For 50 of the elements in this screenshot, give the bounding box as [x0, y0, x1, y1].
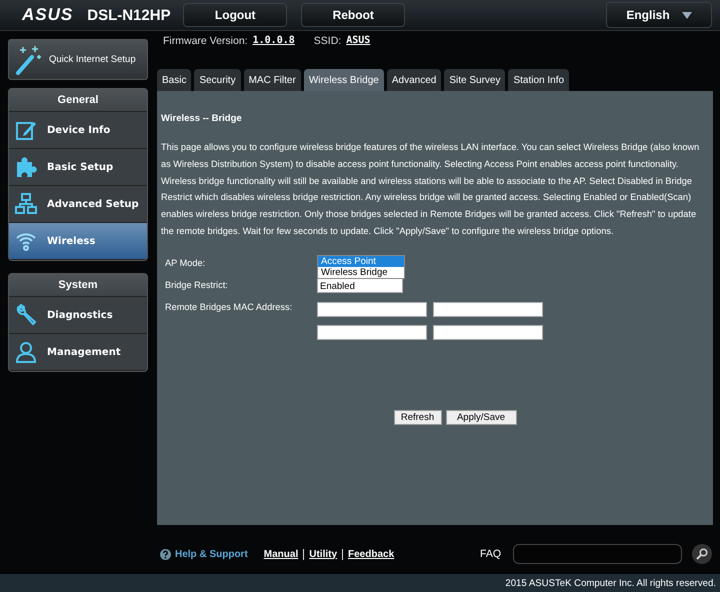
caret-icon: [682, 12, 692, 18]
dropdown-option[interactable]: Access Point: [318, 256, 404, 267]
search-button[interactable]: [692, 544, 712, 564]
firmware-version-link[interactable]: 1.0.0.8: [252, 35, 295, 46]
help-support-link[interactable]: Help & Support: [175, 548, 248, 560]
network-icon: [15, 193, 37, 215]
mac-address-field[interactable]: [433, 324, 543, 340]
firmware-label: Firmware Version:: [163, 35, 248, 47]
form-button[interactable]: Refresh: [394, 410, 442, 425]
footer-link[interactable]: Manual: [264, 548, 298, 560]
mac-address-field[interactable]: [317, 324, 427, 340]
page-description: This page allows you to configure wireless bridge features of the wireless LAN interface. You can select Wireless Bridge (also known as Wireless Distribution System) to disable access point functionality. Selecting Access Point enables access point functionality. Wireless bridge functionality will still be available and wireless stations will be able to associate to the AP. Select Disabled in Bridge Restrict which disables wireless bridge restriction. Any wireless bridge will be granted access. Selecting Enabled or Enabled(Scan) enables wireless bridge restriction. Only those bridges selected in Remote Bridges will be granted access. Click "Refresh" to update the remote bridges. Wait for few seconds to update. Click "Apply/Save" to configure the wireless bridge options.: [161, 141, 700, 238]
field-label: Bridge Restrict:: [165, 280, 229, 290]
header-button[interactable]: Reboot: [301, 3, 406, 27]
quick-setup-button[interactable]: Quick Internet Setup: [8, 39, 148, 80]
tab[interactable]: Basic: [157, 69, 192, 91]
tab[interactable]: MAC Filter: [244, 69, 301, 91]
mac-address-field[interactable]: [317, 302, 427, 317]
ssid-label: SSID:: [314, 35, 342, 47]
mac-address-field[interactable]: [433, 302, 543, 317]
field-label: Remote Bridges MAC Address:: [165, 302, 294, 312]
tab[interactable]: Security: [194, 69, 241, 91]
page-title: Wireless -- Bridge: [161, 113, 243, 124]
menu-heading: General: [9, 89, 147, 112]
language-select[interactable]: English: [606, 2, 712, 28]
wrench-icon: [15, 304, 37, 326]
magic-wand-icon: [15, 44, 43, 74]
help-icon: [160, 548, 171, 560]
search-icon: [696, 548, 708, 560]
menu-heading: System: [9, 274, 147, 297]
tab[interactable]: Advanced: [386, 69, 442, 91]
copyright-text: 2015 ASUSTeK Computer Inc. All rights reserved.: [505, 578, 716, 588]
tab[interactable]: Station Info: [508, 69, 570, 91]
footer-link[interactable]: Utility: [309, 548, 338, 560]
dropdown-option[interactable]: Wireless Bridge: [318, 266, 404, 278]
tab[interactable]: Site Survey: [444, 69, 506, 91]
footer-link[interactable]: Feedback: [348, 548, 394, 560]
faq-label: FAQ: [480, 548, 501, 560]
edit-icon: [15, 119, 37, 141]
form-button[interactable]: Apply/Save: [446, 410, 516, 425]
field-label: AP Mode:: [165, 258, 206, 268]
user-icon: [15, 341, 37, 363]
puzzle-icon: [15, 156, 37, 178]
faq-search-field[interactable]: [513, 544, 682, 564]
ssid-link[interactable]: ASUS: [346, 35, 370, 46]
header-button[interactable]: Logout: [183, 3, 288, 27]
tab[interactable]: Wireless Bridge: [304, 69, 384, 91]
logo: ASUS: [22, 5, 74, 25]
model-name: DSL-N12HP: [87, 6, 172, 24]
menu-item[interactable]: Wireless: [9, 223, 147, 260]
